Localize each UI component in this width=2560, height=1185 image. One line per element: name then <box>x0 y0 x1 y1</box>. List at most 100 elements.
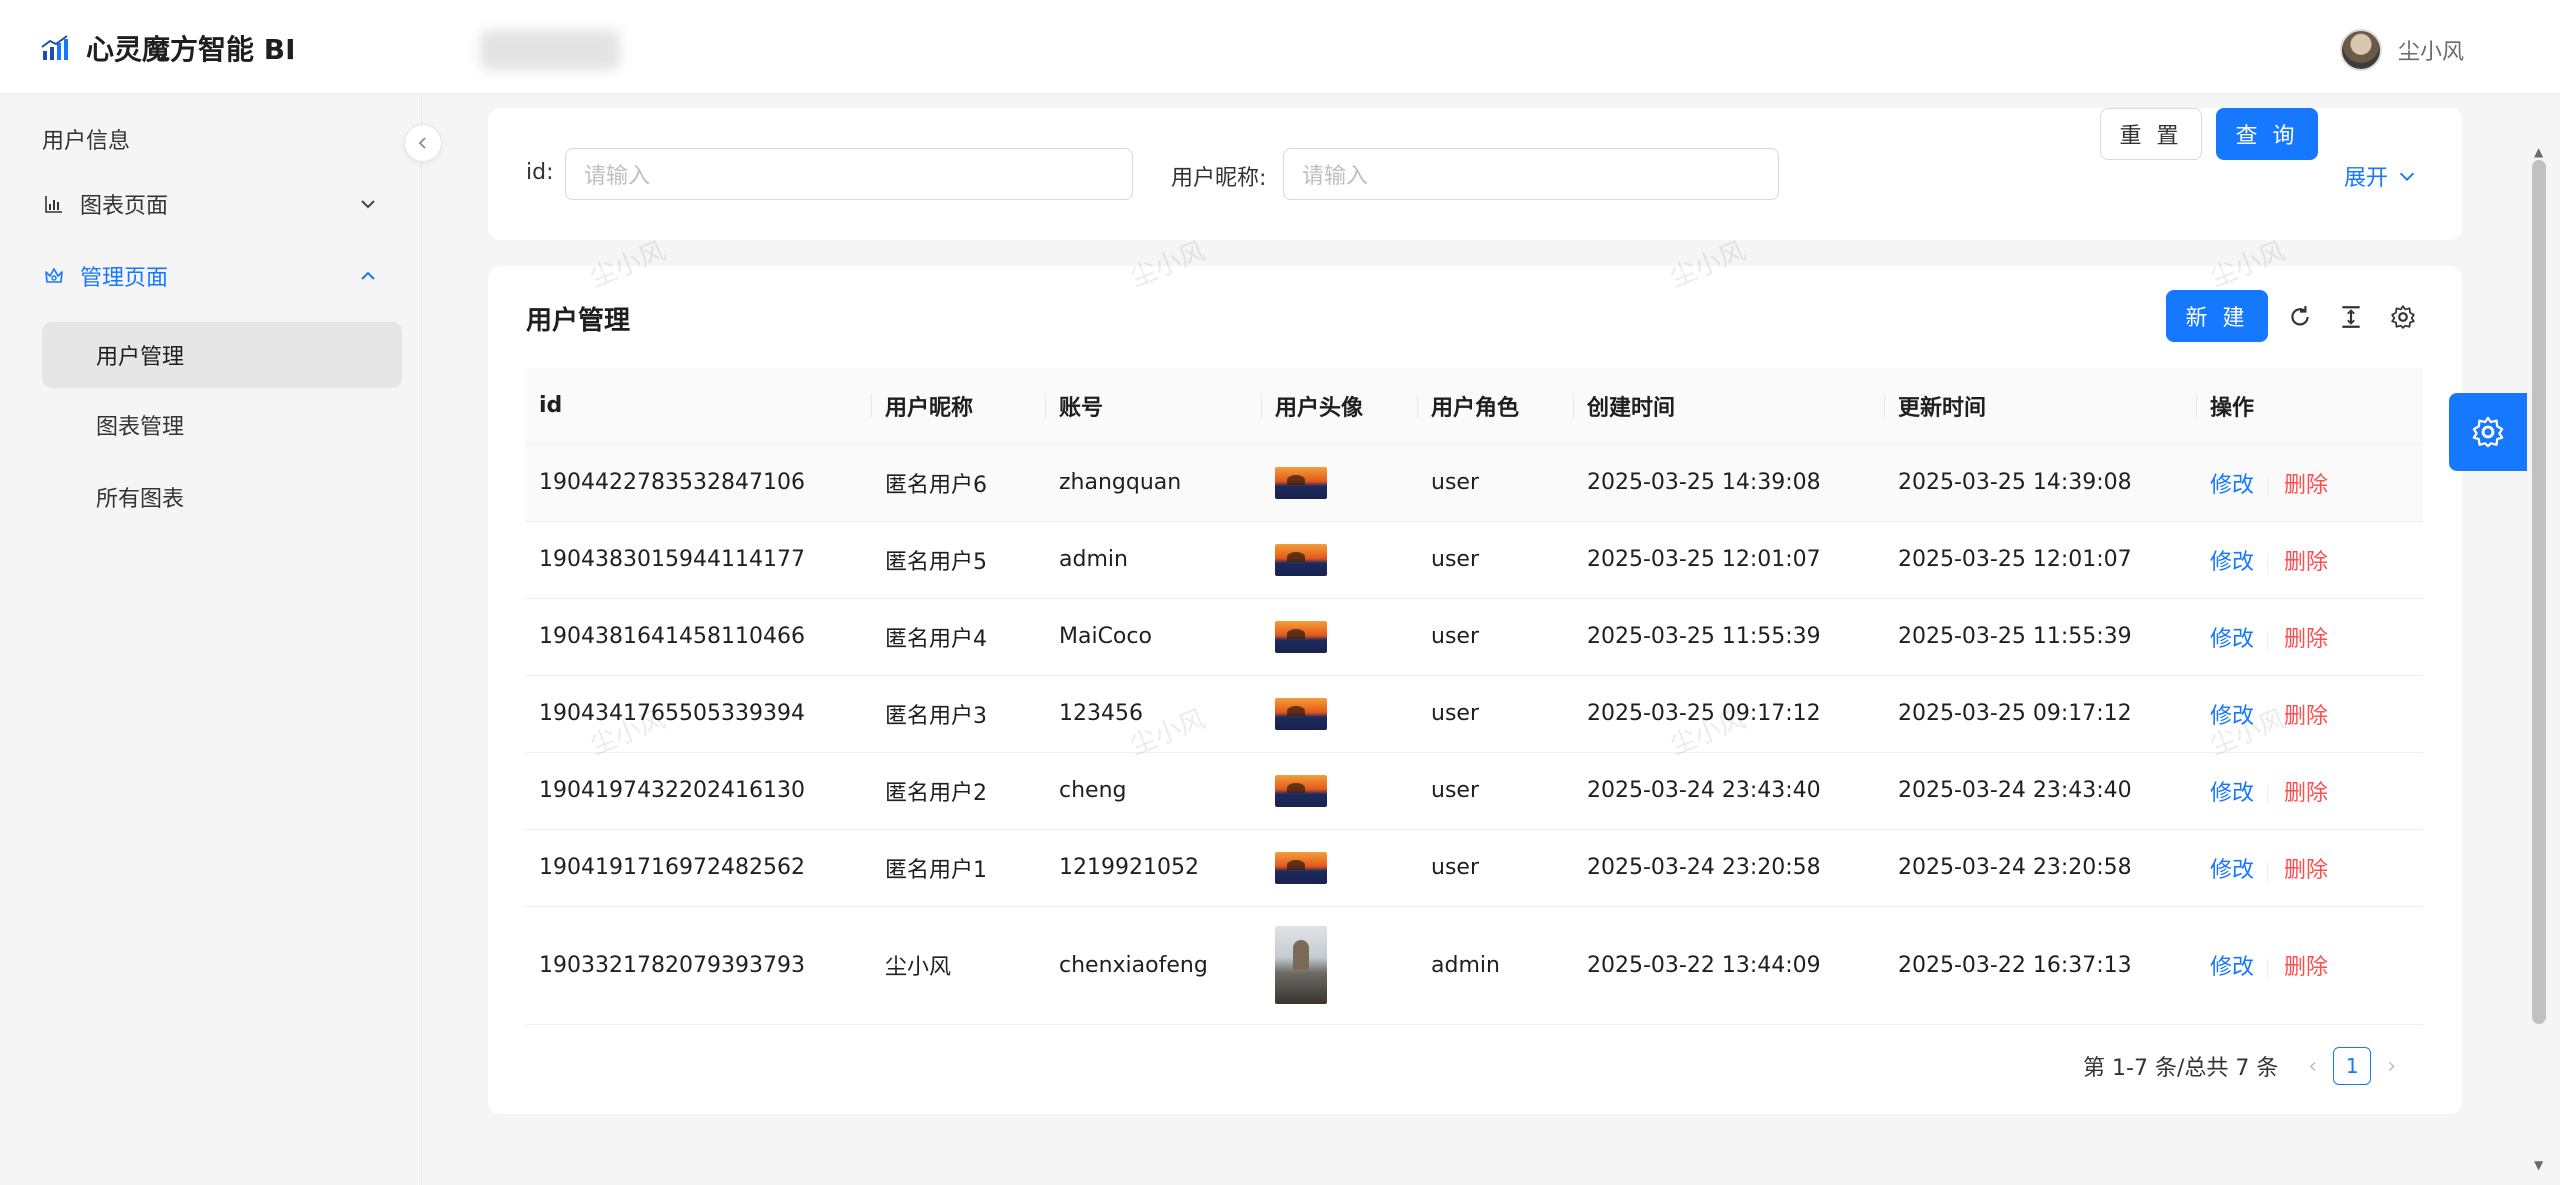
avatar-thumbnail[interactable] <box>1275 697 1327 730</box>
avatar-thumbnail[interactable] <box>1275 620 1327 653</box>
user-menu[interactable]: 尘小风 <box>2339 28 2464 72</box>
column-header-role[interactable]: 用户角色 <box>1417 368 1573 445</box>
column-header-created[interactable]: 创建时间 <box>1573 368 1884 445</box>
delete-link[interactable]: 删除 <box>2284 704 2328 729</box>
chart-logo-icon <box>41 35 68 60</box>
delete-link[interactable]: 删除 <box>2284 550 2328 575</box>
sidebar-subitem-chart-management[interactable]: 图表管理 <box>42 392 402 458</box>
edit-link[interactable]: 修改 <box>2210 627 2254 652</box>
sidebar-item-admin-page[interactable]: 管理页面 <box>42 246 402 306</box>
app-logo[interactable]: 心灵魔方智能 BI <box>40 30 296 66</box>
watermark-text: 尘小风 <box>2206 236 2290 294</box>
cell-role: user <box>1417 829 1573 907</box>
pagination-summary: 第 1-7 条/总共 7 条 <box>2083 1056 2279 1081</box>
table-header-row: id 用户昵称 账号 用户头像 用户角色 创建时间 更新时间 操作 <box>525 368 2423 445</box>
column-header-nickname[interactable]: 用户昵称 <box>871 368 1045 445</box>
sidebar-subitem-label: 所有图表 <box>96 487 185 512</box>
sidebar-item-chart-page[interactable]: 图表页面 <box>42 174 402 234</box>
column-header-account[interactable]: 账号 <box>1045 368 1261 445</box>
delete-link[interactable]: 删除 <box>2284 627 2328 652</box>
table-row: 1904381641458110466 匿名用户4 MaiCoco user 2… <box>525 598 2423 676</box>
scroll-down-arrow[interactable]: ▼ <box>2534 1158 2543 1172</box>
cell-created: 2025-03-25 11:55:39 <box>1573 598 1884 676</box>
cell-actions: 修改 删除 <box>2196 906 2423 1025</box>
sidebar-subitem-user-management[interactable]: 用户管理 <box>42 322 402 388</box>
cell-id: 1904422783532847106 <box>525 444 871 522</box>
column-header-updated[interactable]: 更新时间 <box>1884 368 2196 445</box>
edit-link[interactable]: 修改 <box>2210 473 2254 498</box>
cell-updated: 2025-03-24 23:43:40 <box>1884 752 2196 830</box>
edit-link[interactable]: 修改 <box>2210 550 2254 575</box>
cell-created: 2025-03-25 12:01:07 <box>1573 521 1884 599</box>
cell-avatar <box>1261 444 1417 522</box>
column-header-avatar[interactable]: 用户头像 <box>1261 368 1417 445</box>
table-row: 1904197432202416130 匿名用户2 cheng user 202… <box>525 752 2423 830</box>
cell-avatar <box>1261 521 1417 599</box>
prev-page-icon[interactable]: ‹ <box>2308 1054 2317 1079</box>
cell-id: 1904197432202416130 <box>525 752 871 830</box>
cell-id: 1904383015944114177 <box>525 521 871 599</box>
user-name[interactable]: 尘小风 <box>2398 34 2464 66</box>
cell-account: MaiCoco <box>1045 598 1261 676</box>
cell-actions: 修改 删除 <box>2196 829 2423 907</box>
cell-role: user <box>1417 752 1573 830</box>
avatar-thumbnail[interactable] <box>1275 543 1327 576</box>
new-user-button[interactable]: 新 建 <box>2166 290 2268 342</box>
cell-avatar <box>1261 675 1417 753</box>
query-button[interactable]: 查 询 <box>2216 108 2318 160</box>
scroll-up-arrow[interactable]: ▲ <box>2534 145 2543 159</box>
cell-nickname: 匿名用户6 <box>871 444 1045 522</box>
watermark-text: 尘小风 <box>1666 236 1750 294</box>
delete-link[interactable]: 删除 <box>2284 473 2328 498</box>
delete-link[interactable]: 删除 <box>2284 858 2328 883</box>
cell-account: zhangquan <box>1045 444 1261 522</box>
cell-role: user <box>1417 675 1573 753</box>
watermark-text: 尘小风 <box>586 236 670 294</box>
sidebar-subitem-label: 用户管理 <box>96 345 185 370</box>
app-root: 心灵魔方智能 BI 尘小风 用户信息 图表页面 管理页面 用户管理 图表管理 所… <box>0 0 2560 1185</box>
edit-link[interactable]: 修改 <box>2210 781 2254 806</box>
cell-avatar <box>1261 752 1417 830</box>
cell-avatar <box>1261 829 1417 907</box>
cell-created: 2025-03-22 13:44:09 <box>1573 906 1884 1025</box>
sidebar-item-label: 图表页面 <box>80 194 169 219</box>
top-header: 心灵魔方智能 BI 尘小风 <box>0 0 2560 94</box>
card-title: 用户管理 <box>526 306 631 336</box>
column-header-id[interactable]: id <box>525 368 871 445</box>
sidebar-collapse-button[interactable] <box>404 124 442 162</box>
nickname-search-input[interactable]: 请输入 <box>1283 148 1779 200</box>
column-height-icon[interactable] <box>2336 302 2366 332</box>
avatar-thumbnail[interactable] <box>1275 926 1327 1004</box>
avatar-thumbnail[interactable] <box>1275 851 1327 884</box>
table-row: 1904341765505339394 匿名用户3 123456 user 20… <box>525 675 2423 753</box>
user-table: id 用户昵称 账号 用户头像 用户角色 创建时间 更新时间 操作 190442… <box>525 368 2423 1025</box>
page-scrollbar[interactable] <box>2532 160 2546 1024</box>
edit-link[interactable]: 修改 <box>2210 858 2254 883</box>
reset-button[interactable]: 重 置 <box>2100 108 2202 160</box>
cell-created: 2025-03-25 14:39:08 <box>1573 444 1884 522</box>
cell-role: user <box>1417 598 1573 676</box>
chevron-down-icon <box>2399 172 2415 181</box>
expand-toggle[interactable]: 展开 <box>2344 160 2418 192</box>
settings-icon[interactable] <box>2388 302 2418 332</box>
edit-link[interactable]: 修改 <box>2210 955 2254 980</box>
cell-nickname: 尘小风 <box>871 906 1045 1025</box>
refresh-icon[interactable] <box>2285 302 2315 332</box>
page-number-current[interactable]: 1 <box>2333 1047 2372 1085</box>
avatar[interactable] <box>2339 29 2382 71</box>
edit-link[interactable]: 修改 <box>2210 704 2254 729</box>
cell-nickname: 匿名用户5 <box>871 521 1045 599</box>
delete-link[interactable]: 删除 <box>2284 955 2328 980</box>
id-field-label: id: <box>526 160 554 185</box>
id-search-input[interactable]: 请输入 <box>565 148 1133 200</box>
next-page-icon[interactable]: › <box>2387 1054 2396 1079</box>
avatar-thumbnail[interactable] <box>1275 466 1327 499</box>
cell-created: 2025-03-24 23:43:40 <box>1573 752 1884 830</box>
sidebar-subitem-all-charts[interactable]: 所有图表 <box>42 464 402 530</box>
cell-id: 1904191716972482562 <box>525 829 871 907</box>
avatar-thumbnail[interactable] <box>1275 774 1327 807</box>
sidebar-item-user-info[interactable]: 用户信息 <box>42 109 402 169</box>
sidebar: 用户信息 图表页面 管理页面 用户管理 图表管理 所有图表 <box>0 94 422 1185</box>
delete-link[interactable]: 删除 <box>2284 781 2328 806</box>
floating-settings-button[interactable] <box>2449 393 2527 471</box>
